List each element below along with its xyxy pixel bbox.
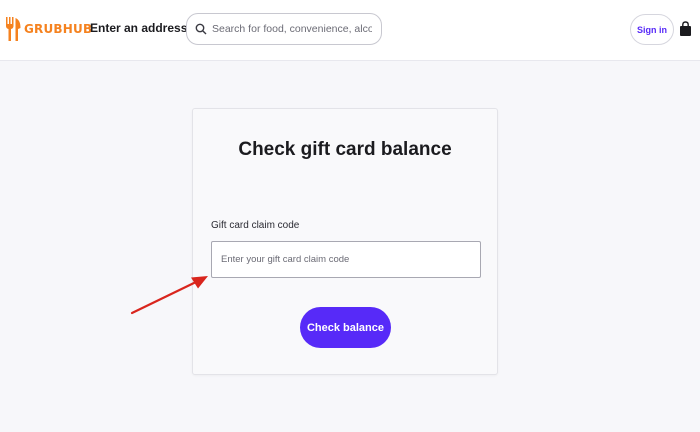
red-arrow-annotation <box>130 276 208 315</box>
search-icon <box>195 23 207 35</box>
grubhub-logo-icon <box>6 17 21 41</box>
top-header: GRUBHUB Enter an address Sign in <box>0 0 700 61</box>
claim-code-input[interactable] <box>211 241 481 278</box>
claim-code-label: Gift card claim code <box>211 220 300 231</box>
gift-card-balance-card: Check gift card balance Gift card claim … <box>192 108 498 375</box>
grubhub-logo[interactable]: GRUBHUB <box>4 14 92 44</box>
check-balance-button[interactable]: Check balance <box>300 307 391 348</box>
address-selector[interactable]: Enter an address <box>90 21 199 35</box>
address-label: Enter an address <box>90 21 188 35</box>
logo-wordmark: GRUBHUB <box>24 22 93 36</box>
page-title: Check gift card balance <box>238 139 452 160</box>
sign-in-button[interactable]: Sign in <box>630 14 674 45</box>
search-bar[interactable] <box>186 13 382 45</box>
shopping-bag-icon[interactable] <box>679 21 692 37</box>
search-input[interactable] <box>212 23 372 35</box>
